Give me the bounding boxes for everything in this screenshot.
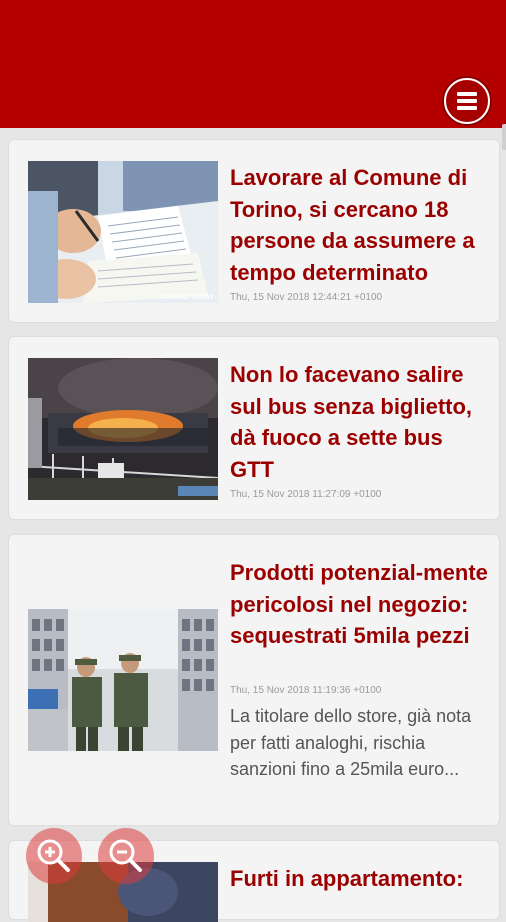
article-date: Thu, 15 Nov 2018 11:27:09 +0100 xyxy=(230,489,382,500)
article-title[interactable]: Prodotti potenzial-mente pericolosi nel … xyxy=(230,557,492,652)
app-header xyxy=(0,0,506,128)
scroll-edge-indicator xyxy=(502,124,506,150)
zoom-out-button[interactable] xyxy=(98,828,154,884)
article-thumbnail[interactable] xyxy=(28,358,218,500)
menu-button[interactable] xyxy=(444,78,490,124)
article-title[interactable]: Furti in appartamento: xyxy=(230,863,492,895)
article-date: Thu, 15 Nov 2018 11:19:36 +0100 xyxy=(230,685,382,696)
article-title[interactable]: Non lo facevano salire sul bus senza big… xyxy=(230,359,492,485)
news-card[interactable]: Prodotti potenzial-mente pericolosi nel … xyxy=(8,534,500,826)
zoom-out-icon xyxy=(109,839,142,872)
hamburger-menu-icon xyxy=(457,91,477,112)
news-card[interactable]: Non lo facevano salire sul bus senza big… xyxy=(8,336,500,520)
article-summary[interactable]: La titolare dello store, già nota per fa… xyxy=(230,703,492,783)
zoom-in-button[interactable] xyxy=(26,828,82,884)
article-thumbnail[interactable] xyxy=(28,609,218,751)
image-watermark: TORINO TODAY xyxy=(161,294,214,301)
article-thumbnail[interactable]: TORINO TODAY xyxy=(28,161,218,303)
news-card[interactable]: TORINO TODAY Lavorare al Comune di Torin… xyxy=(8,139,500,323)
article-date: Thu, 15 Nov 2018 12:44:21 +0100 xyxy=(230,292,383,303)
article-title[interactable]: Lavorare al Comune di Torino, si cercano… xyxy=(230,162,492,288)
zoom-in-icon xyxy=(37,839,70,872)
